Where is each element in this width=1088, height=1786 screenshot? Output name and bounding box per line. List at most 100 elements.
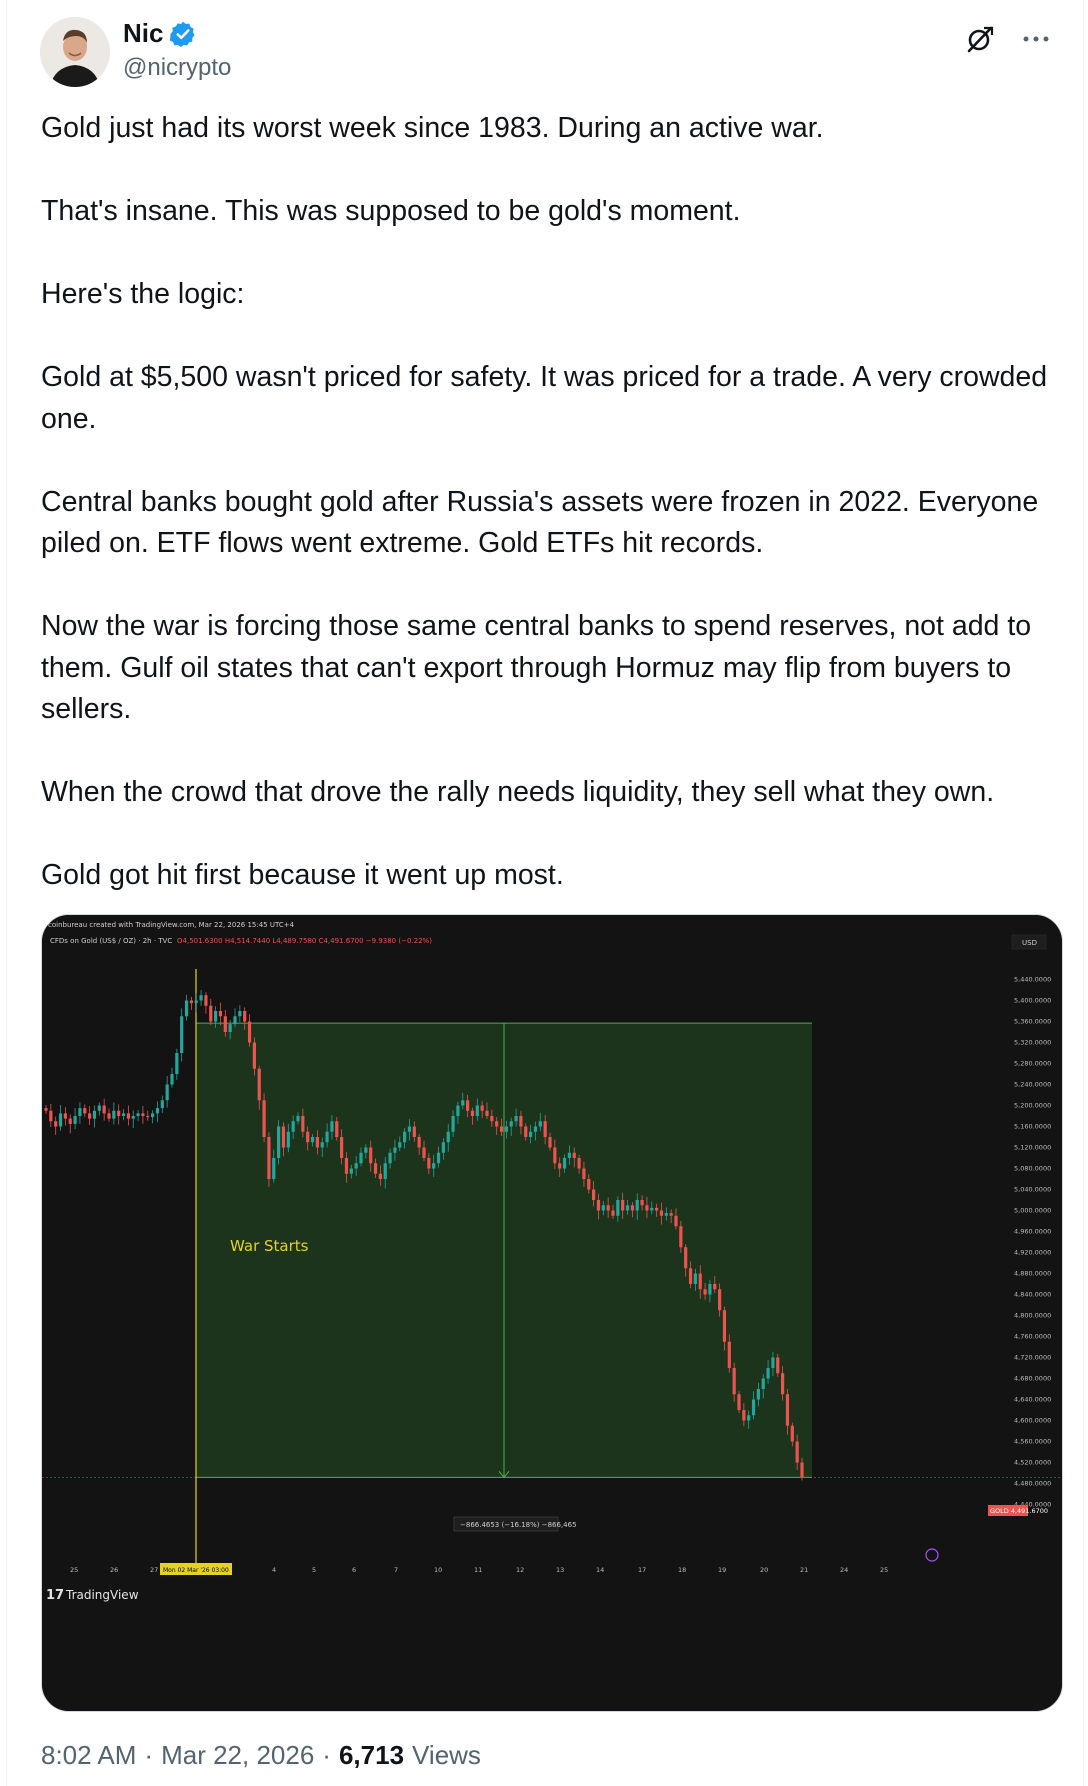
candle-body (301, 1116, 305, 1132)
author-handle[interactable]: @nicrypto (123, 54, 231, 82)
candle-body (233, 1016, 237, 1025)
y-tick-label: 5,080.0000 (1014, 1165, 1051, 1173)
tweet-paragraph: Gold got hit first because it went up mo… (41, 859, 564, 891)
y-tick-label: 4,920.0000 (1014, 1249, 1051, 1257)
candle-body (306, 1131, 310, 1143)
y-tick-label: 5,280.0000 (1014, 1060, 1051, 1068)
views-label: Views (412, 1740, 481, 1770)
tweet-card: Nic @nicrypto Gold just had its worst we… (6, 0, 1084, 1786)
grok-icon[interactable] (963, 22, 997, 56)
x-tick-label: 26 (110, 1566, 118, 1574)
candle-body (485, 1110, 489, 1116)
tweet-text: Gold just had its worst week since 1983.… (41, 108, 1071, 897)
candle-body (572, 1152, 576, 1158)
candle-body (83, 1108, 87, 1114)
avatar[interactable] (40, 17, 110, 87)
x-tick-label: 18 (678, 1566, 686, 1574)
candle-body (499, 1126, 504, 1132)
x-tick-label: 14 (596, 1566, 604, 1574)
candle-body (88, 1113, 92, 1119)
chart-image[interactable]: coinbureau created with TradingView.com,… (41, 914, 1063, 1712)
candle-body (669, 1213, 673, 1216)
candle-body (630, 1205, 634, 1211)
x-tick-label: 19 (718, 1566, 726, 1574)
x-tick-label: 25 (70, 1566, 78, 1574)
candle-body (252, 1042, 256, 1069)
chart-ohlc: O4,501.6300 H4,514.7440 L4,489.7580 C4,4… (177, 937, 432, 945)
candle-body (558, 1163, 562, 1169)
y-tick-label: 4,560.0000 (1014, 1438, 1051, 1446)
author-name[interactable]: Nic (123, 18, 163, 49)
x-tick-label: 20 (760, 1566, 768, 1574)
tweet-paragraph: That's insane. This was supposed to be g… (41, 195, 741, 227)
candle-body (592, 1189, 596, 1200)
x-tick-label: 13 (556, 1566, 564, 1574)
candle-body (315, 1137, 319, 1148)
candle-body (58, 1113, 63, 1127)
candle-body (417, 1137, 421, 1148)
x-tick-label: 12 (516, 1566, 524, 1574)
candle-body (747, 1415, 751, 1421)
tweet-time[interactable]: 8:02 AM (41, 1740, 136, 1771)
candle-body (218, 1011, 223, 1017)
tweet-paragraph: Gold just had its worst week since 1983.… (41, 112, 824, 144)
candle-body (63, 1113, 67, 1119)
x-tick-label: 21 (800, 1566, 808, 1574)
tweet-date[interactable]: Mar 22, 2026 (161, 1740, 314, 1771)
tradingview-watermark: TradingView (65, 1588, 139, 1602)
tweet-paragraph: When the crowd that drove the rally need… (41, 776, 995, 808)
more-icon[interactable] (1019, 22, 1053, 56)
gold-price-chart: coinbureau created with TradingView.com,… (42, 915, 1062, 1711)
war-starts-annotation: War Starts (230, 1237, 309, 1255)
y-tick-label: 4,960.0000 (1014, 1228, 1051, 1236)
candle-body (107, 1113, 111, 1119)
candle-body (243, 1011, 247, 1022)
candle-body (403, 1131, 407, 1143)
tweet-footer: 8:02 AM · Mar 22, 2026 · 6,713 Views (41, 1740, 481, 1771)
candle-body (281, 1126, 286, 1148)
candle-body (151, 1113, 155, 1118)
candle-body (466, 1100, 470, 1111)
tweet-paragraph: Central banks bought gold after Russia's… (41, 485, 1039, 560)
candle-body (131, 1116, 135, 1119)
y-tick-label: 4,480.0000 (1014, 1480, 1051, 1488)
candle-body (713, 1284, 717, 1290)
candle-body (73, 1116, 77, 1124)
candle-body (785, 1394, 790, 1426)
candle-body (340, 1137, 344, 1158)
candle-body (209, 1005, 213, 1022)
candle-body (737, 1394, 741, 1410)
candle-body (776, 1357, 780, 1374)
candle-body (286, 1131, 290, 1148)
candle-body (538, 1121, 542, 1127)
candle-body (184, 1000, 189, 1017)
candle-body (693, 1273, 697, 1284)
verified-badge-icon (169, 20, 197, 48)
candle-body (335, 1121, 339, 1137)
chart-currency: USD (1022, 939, 1037, 947)
x-tick-label: 6 (352, 1566, 356, 1574)
candle-body (596, 1200, 601, 1211)
candle-body (291, 1121, 295, 1132)
measure-label: −866.4653 (−16.18%) −866,465 (460, 1521, 577, 1529)
candle-body (567, 1152, 571, 1158)
candle-body (155, 1108, 160, 1114)
candle-body (587, 1179, 591, 1190)
y-tick-label: 5,040.0000 (1014, 1186, 1051, 1194)
candle-body (354, 1163, 358, 1169)
candle-body (436, 1152, 441, 1164)
candle-body (214, 1011, 218, 1022)
candle-body (320, 1142, 324, 1148)
candle-body (92, 1110, 97, 1119)
x-tick-label: 7 (394, 1566, 398, 1574)
candle-body (296, 1116, 300, 1122)
candle-body (199, 995, 203, 1001)
candle-body (223, 1016, 227, 1032)
candle-body (606, 1205, 610, 1211)
candle-body (795, 1441, 799, 1463)
candle-body (756, 1389, 760, 1400)
views-count: 6,713 (338, 1740, 405, 1770)
candle-body (189, 1000, 193, 1004)
candle-body (121, 1113, 126, 1116)
y-tick-label: 5,120.0000 (1014, 1144, 1051, 1152)
